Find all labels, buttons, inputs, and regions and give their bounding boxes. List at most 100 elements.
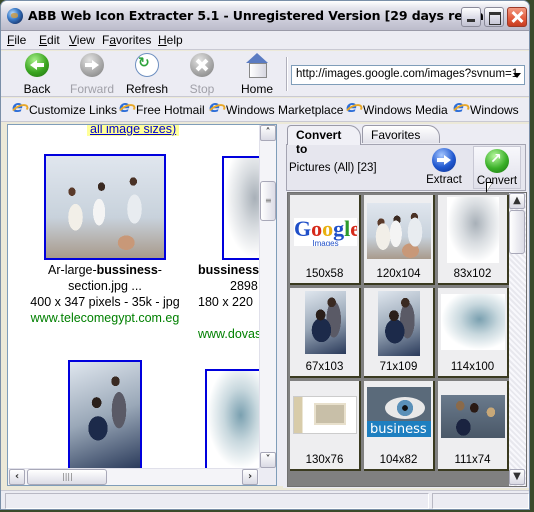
status-bar [1, 490, 529, 509]
extract-label: Extract [426, 174, 462, 186]
toolbar: Back Forward Refresh Stop Home http://im… [1, 51, 529, 97]
grip-icon: |||| [62, 472, 73, 481]
chevron-left-icon: ‹ [14, 471, 20, 482]
thumbnail-item[interactable]: 83x102 [438, 195, 509, 285]
link-free-hotmail[interactable]: Free Hotmail [118, 97, 205, 117]
scroll-right-button[interactable]: › [242, 469, 258, 485]
image-sizes-link[interactable]: all image sizes) [87, 125, 180, 136]
link-customize-links[interactable]: Customize Links [11, 97, 117, 117]
browser-content: all image sizes) Ar-large-bussiness- sec… [8, 125, 260, 469]
thumbnail-image [441, 395, 505, 438]
result-image-2[interactable] [222, 156, 260, 260]
triangle-up-icon: ▲ [513, 195, 521, 206]
link-windows-media[interactable]: Windows Media [345, 97, 448, 117]
refresh-button[interactable]: Refresh [121, 53, 173, 96]
thumbnail-item[interactable]: 111x74 [438, 381, 509, 471]
thumbnail-item[interactable]: 104x82 [364, 381, 435, 471]
thumbnail-image [293, 396, 357, 434]
result-url-1[interactable]: www.telecomegypt.com.eg [8, 310, 202, 326]
forward-button[interactable]: Forward [66, 53, 118, 96]
scroll-up-button[interactable]: ˄ [260, 125, 276, 141]
forward-arrow-icon [80, 53, 104, 77]
minimize-button[interactable] [461, 7, 481, 27]
home-label: Home [240, 82, 273, 96]
menu-edit-accel: E [39, 33, 48, 47]
tab-favorites[interactable]: Favorites [362, 125, 440, 143]
tab-convert-to[interactable]: Convert to [287, 125, 361, 156]
thumbnail-scroll-up-button[interactable]: ▲ [509, 193, 525, 209]
back-label: Back [23, 82, 51, 96]
triangle-down-icon: ▼ [513, 471, 521, 482]
thumbnail-item[interactable]: 67x103 [290, 288, 361, 378]
thumbnail-item[interactable]: 130x76 [290, 381, 361, 471]
title-bar[interactable]: ABB Web Icon Extracter 5.1 - Unregistere… [1, 1, 529, 31]
thumbnail-item[interactable]: 120x104 [364, 195, 435, 285]
address-combobox[interactable]: http://images.google.com/images?svnum=1 [291, 65, 525, 85]
result-title-suffix: - [157, 263, 162, 277]
thumbnail-image [305, 291, 346, 354]
result-title-1[interactable]: Ar-large-bussiness- [8, 262, 202, 278]
logo-letter: g [333, 218, 345, 241]
menu-file[interactable]: File [7, 33, 26, 47]
menu-help-accel: H [158, 33, 167, 47]
thumbnail-size: 83x102 [453, 268, 492, 280]
thumbnail-scroll-thumb[interactable] [509, 210, 525, 254]
home-button[interactable]: Home [231, 53, 283, 96]
link-windows[interactable]: Windows [452, 97, 519, 117]
result-title-prefix: Ar-large- [48, 263, 97, 277]
thumbnail-size: 111x74 [454, 454, 491, 466]
thumbnail-size: 104x82 [379, 454, 418, 466]
browser-horizontal-scrollbar[interactable]: ‹ |||| › [8, 468, 260, 485]
thumbnail-vertical-scrollbar[interactable]: ▲ ▼ [509, 193, 526, 486]
thumbnail-item[interactable]: 71x109 [364, 288, 435, 378]
dropdown-arrow-icon[interactable] [513, 73, 521, 78]
back-button[interactable]: Back [11, 53, 63, 96]
pictures-count-label: Pictures (All) [23] [289, 162, 377, 174]
thumbnail-image [441, 294, 505, 350]
link-label: Windows Marketplace [226, 103, 344, 117]
app-globe-icon [7, 8, 23, 24]
google-logo-image: GoogleImages [294, 218, 357, 246]
maximize-button[interactable] [484, 7, 504, 27]
menu-view[interactable]: View [69, 33, 95, 47]
menu-edit[interactable]: Edit [39, 33, 60, 47]
menu-help[interactable]: Help [158, 33, 183, 47]
address-value: http://images.google.com/images?svnum=1 [296, 68, 519, 80]
result-title-2[interactable]: bussiness [198, 262, 259, 278]
scroll-left-button[interactable]: ‹ [9, 469, 25, 485]
stop-button[interactable]: Stop [176, 53, 228, 96]
ie-icon [452, 97, 467, 116]
ie-icon [345, 97, 360, 116]
scroll-down-button[interactable]: ˅ [260, 452, 276, 468]
logo-letter: o [311, 218, 323, 241]
thumbnail-scroll-down-button[interactable]: ▼ [509, 469, 525, 485]
extract-button[interactable]: Extract [420, 146, 468, 189]
extract-arrow-icon [432, 148, 456, 172]
result-url-2[interactable]: www.dovas [198, 326, 260, 342]
link-label: Windows Media [363, 103, 448, 117]
result-image-4[interactable] [205, 369, 260, 469]
horizontal-scroll-thumb[interactable]: |||| [27, 469, 107, 485]
menu-help-rest: elp [166, 33, 183, 47]
result-filename-1: section.jpg ... [68, 279, 142, 293]
logo-letter: o [322, 218, 334, 241]
thumbnail-item[interactable]: GoogleImages 150x58 [290, 195, 361, 285]
vertical-scroll-thumb[interactable]: ≡ [260, 181, 276, 221]
thumbnail-image [378, 291, 420, 356]
thumbnail-grid: GoogleImages 150x58 120x104 83x102 67x10… [287, 192, 527, 487]
convert-button[interactable]: Convert [473, 146, 521, 189]
thumbnail-item[interactable]: 114x100 [438, 288, 509, 378]
result-image-3[interactable] [68, 360, 142, 469]
close-button[interactable] [507, 7, 527, 27]
thumbnail-size: 67x103 [305, 361, 344, 373]
links-bar: Customize Links Free Hotmail Windows Mar… [1, 97, 529, 122]
result-title-bold: bussiness [96, 263, 158, 277]
menu-favorites[interactable]: Favorites [102, 33, 151, 47]
browser-vertical-scrollbar[interactable]: ˄ ≡ ˅ [259, 125, 276, 469]
chevron-right-icon: › [247, 471, 253, 482]
refresh-label: Refresh [125, 82, 169, 96]
link-windows-marketplace[interactable]: Windows Marketplace [208, 97, 344, 117]
thumbnail-image [367, 387, 431, 437]
result-image-1[interactable] [44, 154, 166, 260]
home-icon [245, 53, 269, 78]
